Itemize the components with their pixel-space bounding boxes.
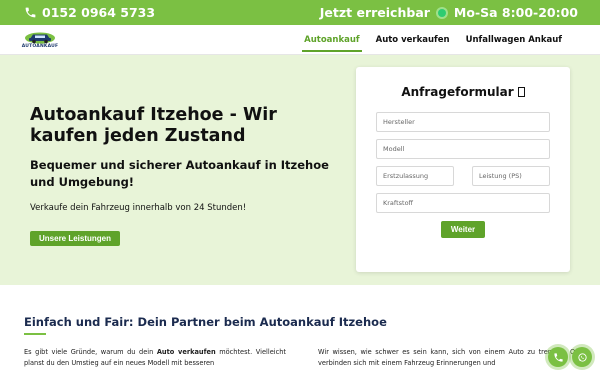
navbar: AUTOANKAUF Autoankauf Auto verkaufen Unf… xyxy=(0,25,600,55)
opening-hours: Mo-Sa 8:00-20:00 xyxy=(453,5,578,20)
form-title-wrap: Anfrageformular xyxy=(376,85,550,99)
nav-item-auto-verkaufen[interactable]: Auto verkaufen xyxy=(368,25,458,55)
model-field[interactable]: Modell xyxy=(376,139,550,159)
inquiry-form: Anfrageformular Hersteller Modell Erstzu… xyxy=(356,67,570,272)
section-text-right: Wir wissen, wie schwer es sein kann, sic… xyxy=(318,348,580,367)
hero-section: Autoankauf Itzehoe - Wir kaufen jeden Zu… xyxy=(0,55,600,285)
registration-field[interactable]: Erstzulassung xyxy=(376,166,454,186)
logo[interactable]: AUTOANKAUF xyxy=(21,30,59,49)
section-text-left: Es gibt viele Gründe, warum du dein Auto… xyxy=(24,347,286,369)
content-section: Einfach und Fair: Dein Partner beim Auto… xyxy=(0,285,600,375)
form-title: Anfrageformular xyxy=(401,85,514,99)
fuel-field[interactable]: Kraftstoff xyxy=(376,193,550,213)
auto-verkaufen-link[interactable]: Auto verkaufen xyxy=(157,348,216,356)
car-logo-icon xyxy=(25,32,55,44)
logo-text: AUTOANKAUF xyxy=(21,44,59,49)
power-field[interactable]: Leistung (PS) xyxy=(472,166,550,186)
hero-text: Verkaufe dein Fahrzeug innerhalb von 24 … xyxy=(30,203,247,213)
online-dot-icon xyxy=(437,8,446,17)
form-row: Erstzulassung Leistung (PS) xyxy=(376,166,550,186)
hero-title: Autoankauf Itzehoe - Wir kaufen jeden Zu… xyxy=(30,105,277,146)
services-button[interactable]: Unsere Leistungen xyxy=(30,231,121,246)
section-title: Einfach und Fair: Dein Partner beim Auto… xyxy=(24,315,387,335)
phone-number: 0152 0964 5733 xyxy=(42,5,156,20)
phone-icon xyxy=(25,7,36,18)
nav-item-autoankauf[interactable]: Autoankauf xyxy=(296,25,367,55)
left-text-pre: Es gibt viele Gründe, warum du dein xyxy=(24,348,157,356)
whatsapp-icon xyxy=(577,352,587,362)
manufacturer-field[interactable]: Hersteller xyxy=(376,112,550,132)
hero-subtitle: Bequemer und sicherer Autoankauf in Itze… xyxy=(30,158,329,189)
missing-glyph-icon xyxy=(517,87,525,97)
main-nav: Autoankauf Auto verkaufen Unfallwagen An… xyxy=(296,25,570,55)
reachable-text: Jetzt erreichbar xyxy=(319,5,430,20)
top-bar: 0152 0964 5733 Jetzt erreichbar Mo-Sa 8:… xyxy=(0,0,600,25)
phone-fab-button[interactable] xyxy=(548,347,568,367)
submit-button[interactable]: Weiter xyxy=(441,221,485,238)
availability: Jetzt erreichbar Mo-Sa 8:00-20:00 xyxy=(320,5,578,20)
hero-content: Autoankauf Itzehoe - Wir kaufen jeden Zu… xyxy=(30,105,350,246)
phone-fab-icon xyxy=(553,352,563,362)
nav-item-unfallwagen-ankauf[interactable]: Unfallwagen Ankauf xyxy=(458,25,570,55)
whatsapp-button[interactable] xyxy=(572,347,592,367)
phone-link[interactable]: 0152 0964 5733 xyxy=(24,5,155,20)
